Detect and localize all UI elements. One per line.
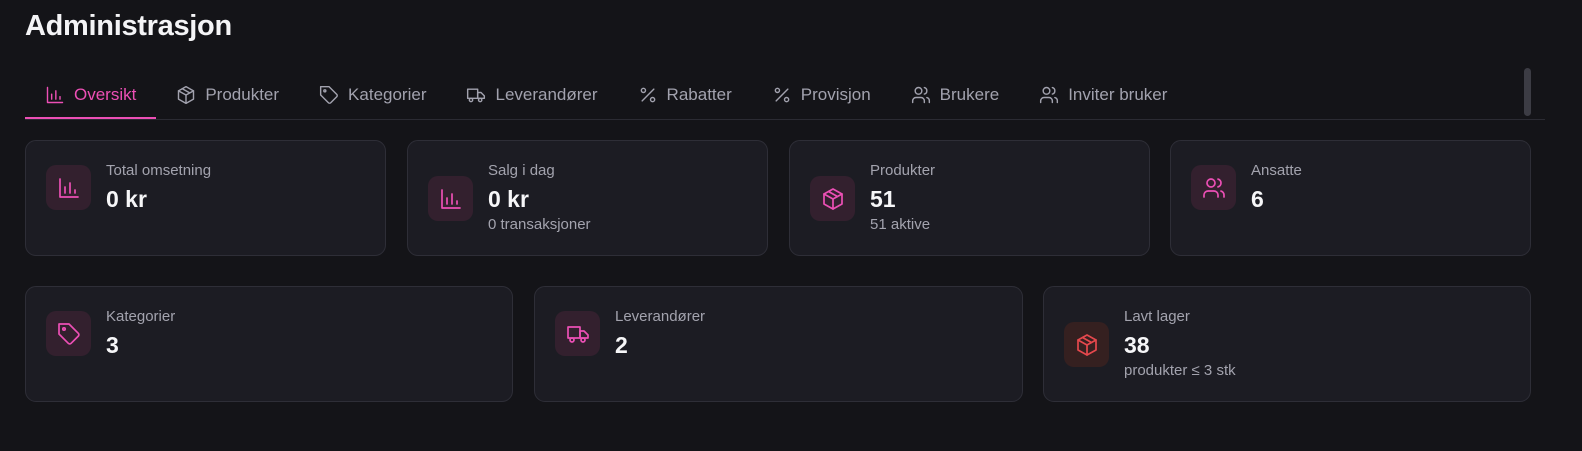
stat-label: Kategorier <box>106 308 176 325</box>
stat-value: 3 <box>106 332 119 358</box>
tab-bar: Oversikt Produkter Kategorier Leverandør… <box>25 72 1545 120</box>
tab-oversikt[interactable]: Oversikt <box>25 72 157 119</box>
stat-card-kategorier: Kategorier 3 <box>25 286 513 402</box>
tab-label: Produkter <box>205 85 280 104</box>
tag-icon <box>320 85 338 104</box>
stat-card-lavt-lager: Lavt lager 38 produkter ≤ 3 stk <box>1043 286 1531 402</box>
bar-chart-icon <box>46 86 64 103</box>
tab-rabatter[interactable]: Rabatter <box>618 72 752 118</box>
stat-card-leverandorer: Leverandører 2 <box>534 286 1023 402</box>
tab-provisjon[interactable]: Provisjon <box>752 72 891 118</box>
stat-value: 0 kr <box>488 186 529 212</box>
tab-inviter-bruker[interactable]: Inviter bruker <box>1019 72 1187 118</box>
stat-label: Leverandører <box>615 308 706 325</box>
stat-card-ansatte: Ansatte 6 <box>1170 140 1531 256</box>
tab-leverandorer[interactable]: Leverandører <box>446 72 617 118</box>
tab-kategorier[interactable]: Kategorier <box>299 72 446 118</box>
box-icon <box>178 85 195 105</box>
stat-sub: produkter ≤ 3 stk <box>1124 362 1236 379</box>
tab-label: Oversikt <box>74 84 137 104</box>
stat-label: Produkter <box>870 162 936 179</box>
stat-value: 2 <box>615 332 628 358</box>
tag-icon <box>57 322 80 345</box>
icon-container <box>810 176 855 221</box>
stat-card-produkter: Produkter 51 51 aktive <box>789 140 1150 256</box>
users-icon <box>1202 177 1225 198</box>
tab-label: Provisjon <box>800 85 871 104</box>
tab-label: Kategorier <box>348 85 427 104</box>
tab-brukere[interactable]: Brukere <box>891 72 1020 118</box>
tab-label: Rabatter <box>666 85 732 104</box>
truck-icon <box>566 325 589 343</box>
box-warning-icon <box>1076 333 1097 356</box>
tab-label: Inviter bruker <box>1068 85 1168 104</box>
stat-value: 38 <box>1124 332 1150 358</box>
percent-icon <box>774 87 790 103</box>
truck-icon <box>467 88 486 103</box>
stat-sub: 0 transaksjoner <box>488 216 591 233</box>
tab-label: Brukere <box>939 85 1000 104</box>
percent-icon <box>640 87 655 103</box>
stat-value: 0 kr <box>106 186 147 212</box>
stat-card-salg-i-dag: Salg i dag 0 kr 0 transaksjoner <box>407 140 768 256</box>
stat-label: Total omsetning <box>106 162 212 179</box>
icon-container <box>46 311 91 356</box>
box-icon <box>822 187 843 210</box>
icon-container <box>428 176 473 221</box>
page-title: Administrasjon <box>25 10 232 42</box>
icon-container <box>555 311 600 356</box>
stat-label: Salg i dag <box>488 162 555 179</box>
icon-container <box>1191 165 1236 210</box>
stat-value: 51 <box>870 186 896 212</box>
users-icon <box>911 86 930 104</box>
tab-produkter[interactable]: Produkter <box>156 72 299 118</box>
scrollbar-thumb[interactable] <box>1524 68 1531 116</box>
stat-label: Lavt lager <box>1124 308 1190 325</box>
stat-card-total-omsetning: Total omsetning 0 kr <box>25 140 386 256</box>
users-icon <box>1040 86 1059 104</box>
stat-label: Ansatte <box>1251 162 1302 179</box>
icon-container <box>46 165 91 210</box>
stat-value: 6 <box>1251 186 1264 212</box>
stat-sub: 51 aktive <box>870 216 931 233</box>
icon-container <box>1064 322 1109 367</box>
bar-chart-icon <box>440 188 461 209</box>
bar-chart-icon <box>58 177 79 198</box>
tab-label: Leverandører <box>495 85 598 104</box>
